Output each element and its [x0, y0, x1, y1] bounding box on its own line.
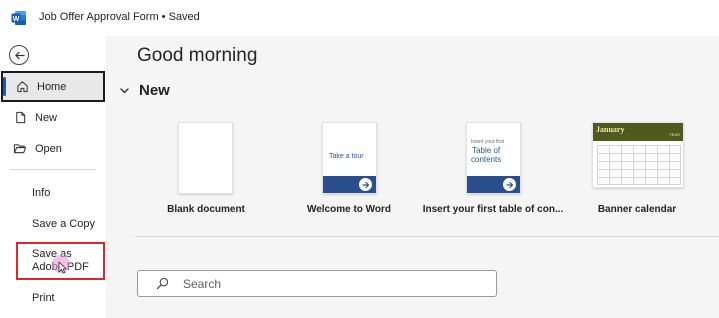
sidebar-item-print[interactable]: Print	[1, 282, 105, 313]
template-thumbnail: Insert your first Table of contents	[466, 122, 521, 194]
template-thumbnail: Take a tour	[322, 122, 377, 194]
home-icon	[15, 80, 29, 94]
sidebar-item-label: Open	[35, 142, 62, 155]
calendar-year: YEAR	[669, 132, 680, 137]
search-icon	[156, 277, 169, 290]
sidebar-item-label: Home	[37, 80, 67, 93]
thumbnail-band	[323, 176, 376, 193]
template-thumbnail	[178, 122, 233, 194]
thumbnail-title: Table of contents	[471, 146, 502, 164]
sidebar-item-label: Save a Copy	[32, 217, 95, 230]
section-divider	[135, 236, 719, 237]
sidebar-item-info[interactable]: Info	[1, 177, 105, 208]
back-button[interactable]	[9, 45, 29, 65]
title-bar: W Job Offer Approval Form • Saved	[0, 0, 719, 36]
chevron-down-icon	[120, 87, 129, 94]
search-box[interactable]	[137, 270, 497, 297]
mouse-cursor-icon	[58, 261, 67, 274]
arrow-right-icon	[503, 178, 516, 191]
back-arrow-icon	[14, 51, 25, 59]
new-section-heading[interactable]: New	[120, 82, 170, 99]
sidebar-item-save-a-copy[interactable]: Save a Copy	[1, 208, 105, 239]
sidebar-divider	[10, 169, 96, 170]
sidebar-item-label: Info	[32, 186, 51, 199]
thumbnail-text: Take a tour	[329, 153, 364, 160]
template-label: Blank document	[167, 204, 245, 215]
search-input[interactable]	[183, 276, 463, 291]
template-label: Banner calendar	[597, 204, 677, 215]
thumbnail-band	[467, 176, 520, 193]
sidebar-item-home[interactable]: Home	[1, 71, 105, 102]
template-thumbnail: January YEAR	[592, 122, 684, 188]
calendar-header: January YEAR	[593, 123, 683, 141]
folder-open-icon	[13, 142, 27, 156]
arrow-right-icon	[359, 178, 372, 191]
page-title: Good morning	[137, 45, 258, 66]
sidebar-item-new[interactable]: New	[1, 102, 105, 133]
main-panel: Good morning New Blank document Take a t…	[106, 36, 719, 318]
template-label: Insert your first table of con...	[422, 204, 564, 215]
new-document-icon	[13, 111, 27, 125]
sidebar-item-label: New	[35, 111, 58, 124]
svg-text:W: W	[13, 16, 20, 23]
word-logo-icon: W	[11, 11, 26, 25]
thumbnail-text: Insert your first	[471, 139, 505, 145]
sidebar-item-open[interactable]: Open	[1, 133, 105, 164]
sidebar-item-label: Print	[32, 291, 55, 304]
template-label: Welcome to Word	[306, 204, 392, 215]
new-section-label: New	[139, 82, 170, 99]
calendar-month: January	[596, 125, 625, 134]
document-title: Job Offer Approval Form • Saved	[39, 11, 200, 23]
calendar-grid	[597, 145, 681, 185]
